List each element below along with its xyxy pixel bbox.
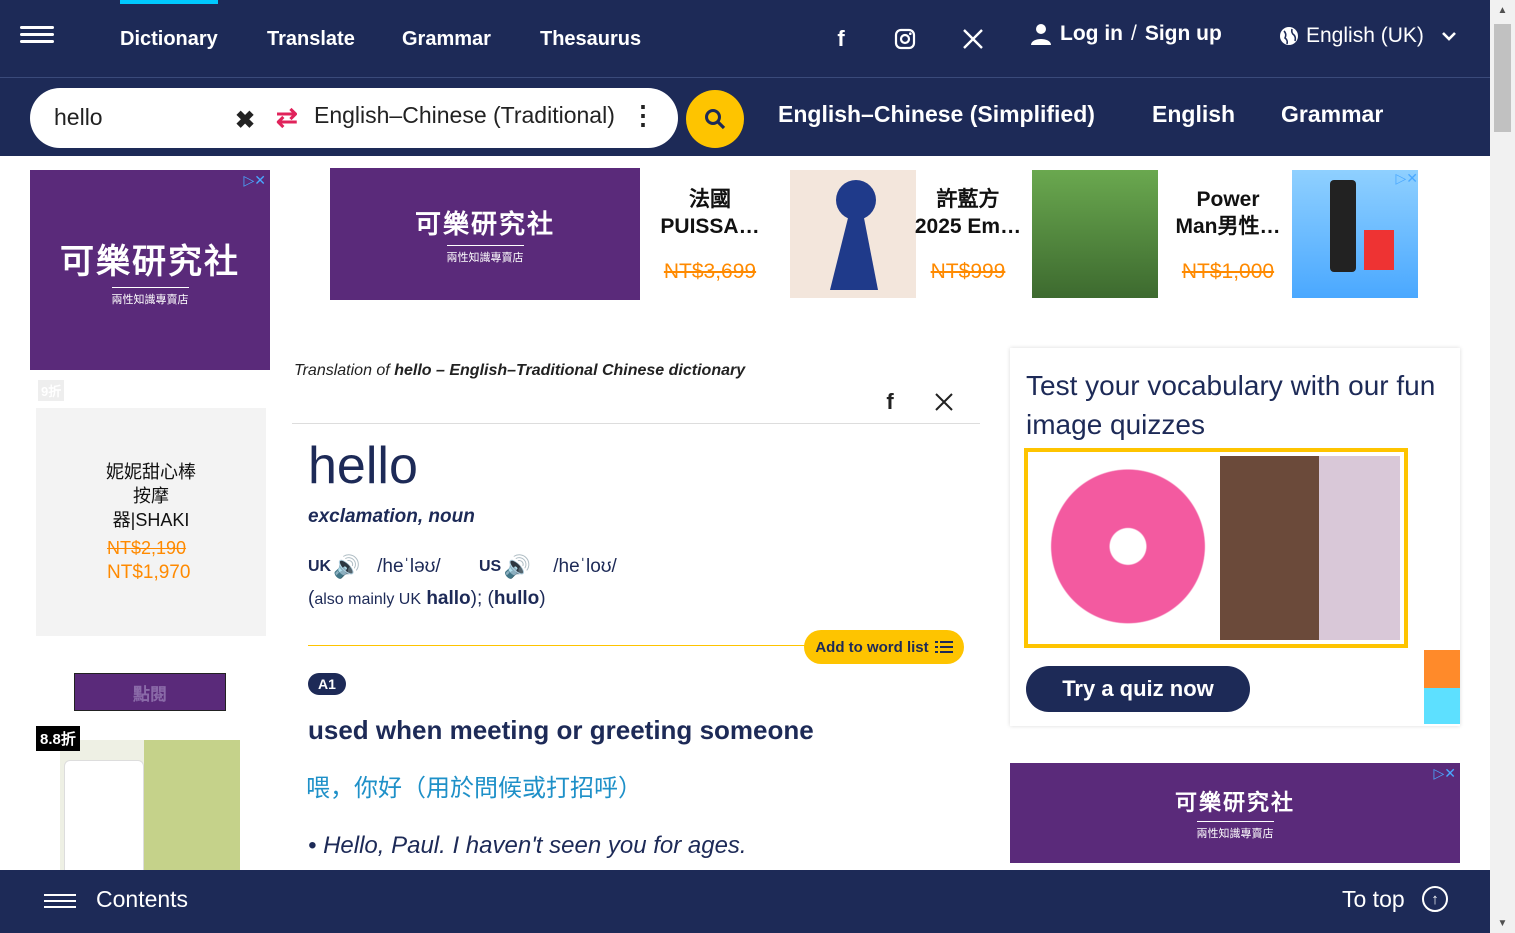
us-label: US bbox=[479, 558, 502, 575]
side-widget[interactable] bbox=[1424, 688, 1460, 724]
part-of-speech: exclamation, noun bbox=[308, 506, 475, 527]
more-options-icon[interactable]: ⋮ bbox=[630, 100, 656, 131]
uk-ipa: /heˈləʊ/ bbox=[377, 556, 441, 577]
ad-product[interactable]: 法國 PUISSA… NT$3,699 bbox=[646, 168, 774, 300]
donut-image bbox=[1042, 460, 1214, 640]
discount-badge: 8.8折 bbox=[36, 726, 80, 751]
tab-thesaurus[interactable]: Thesaurus bbox=[540, 0, 641, 78]
ad-brand-logo: 可樂研究社 兩性知識專賣店 bbox=[30, 170, 270, 370]
ad-info-icon[interactable]: ▷✕ bbox=[244, 172, 267, 189]
ad-product-image bbox=[790, 170, 916, 298]
banner-ad[interactable]: 可樂研究社 兩性知識專賣店 法國 PUISSA… NT$3,699 許藍方 2025… bbox=[330, 168, 1422, 302]
to-top-link[interactable]: To top bbox=[1342, 886, 1405, 913]
uk-pronunciation: UK 🔊 /heˈləʊ/ bbox=[308, 550, 441, 584]
us-ipa: /heˈloʊ/ bbox=[553, 556, 617, 577]
share-x-icon[interactable] bbox=[928, 382, 960, 422]
bottom-bar: Contents To top ↑ bbox=[0, 870, 1490, 933]
word-link-ages[interactable]: ages. bbox=[688, 832, 747, 859]
divider bbox=[308, 645, 808, 646]
ad-info-icon[interactable]: ▷✕ bbox=[1434, 765, 1457, 782]
instagram-icon[interactable] bbox=[890, 25, 920, 53]
word-link-translation-2[interactable]: 你好 bbox=[354, 775, 402, 802]
translation: 喂，你好（用於問候或打招呼） bbox=[306, 775, 642, 802]
word-link-meeting[interactable]: meeting bbox=[450, 715, 550, 745]
chevron-down-icon bbox=[1441, 32, 1456, 41]
uk-audio-icon[interactable]: 🔊 bbox=[331, 550, 363, 584]
link-english-chinese-simplified[interactable]: English–Chinese (Simplified) bbox=[778, 101, 1095, 128]
facebook-icon[interactable]: f bbox=[826, 25, 856, 53]
user-icon[interactable] bbox=[1030, 22, 1052, 46]
signup-link[interactable]: Sign up bbox=[1145, 22, 1222, 46]
top-nav: Dictionary Translate Grammar Thesaurus f… bbox=[0, 0, 1490, 78]
login-separator: / bbox=[1130, 22, 1137, 45]
tab-grammar[interactable]: Grammar bbox=[402, 0, 491, 78]
contents-link[interactable]: Contents bbox=[96, 886, 188, 913]
ad-brand-logo: 可樂研究社 兩性知識專賣店 bbox=[1010, 763, 1460, 863]
scroll-down-icon[interactable]: ▼ bbox=[1490, 913, 1515, 933]
quiz-image[interactable] bbox=[1024, 448, 1408, 648]
divider bbox=[292, 423, 980, 424]
translation-of-heading: Translation of hello – English–Tradition… bbox=[294, 362, 746, 379]
language-selector[interactable]: English (UK) bbox=[1278, 24, 1458, 48]
us-pronunciation: US 🔊 /heˈloʊ/ bbox=[479, 550, 617, 584]
swap-icon[interactable]: ⇄ bbox=[276, 102, 298, 133]
uk-label: UK bbox=[308, 558, 332, 575]
link-english[interactable]: English bbox=[1152, 101, 1235, 128]
ad-product[interactable]: 妮妮甜心棒 按摩 器|SHAKI NT$2,190 NT$1,970 bbox=[36, 408, 266, 636]
menu-icon[interactable] bbox=[20, 22, 54, 48]
quiz-title: Test your vocabulary with our fun image … bbox=[1026, 370, 1436, 440]
ad-product[interactable]: Power Man男性… NT$1,000 bbox=[1164, 168, 1292, 300]
ad-product[interactable]: 許藍方 2025 Em… NT$999 bbox=[904, 168, 1032, 300]
search-input[interactable]: hello bbox=[54, 104, 103, 131]
ad-product-image bbox=[1292, 170, 1418, 298]
quiz-promo: Test your vocabulary with our fun image … bbox=[1010, 348, 1460, 726]
search-button[interactable] bbox=[686, 90, 744, 148]
x-icon[interactable] bbox=[958, 25, 988, 53]
login-link[interactable]: Log in bbox=[1060, 22, 1123, 46]
word-link-greeting[interactable]: greeting bbox=[590, 715, 693, 745]
variant-spellings: (also mainly UK hallo); (hullo) bbox=[308, 588, 546, 609]
side-widget[interactable] bbox=[1424, 650, 1460, 688]
try-quiz-button[interactable]: Try a quiz now bbox=[1026, 666, 1250, 712]
scrollbar-thumb[interactable] bbox=[1494, 24, 1511, 132]
word-link-translation-1[interactable]: 喂 bbox=[306, 775, 330, 802]
ad-brand-logo: 可樂研究社 兩性知識專賣店 bbox=[330, 168, 640, 300]
old-price: NT$2,190 bbox=[107, 538, 187, 558]
login-group: Log in / Sign up bbox=[1030, 22, 1222, 46]
milkshake-image bbox=[1220, 456, 1400, 640]
ad-product-image bbox=[1032, 170, 1158, 298]
page-scrollbar[interactable]: ▲ ▼ bbox=[1490, 0, 1515, 933]
contents-menu-icon[interactable] bbox=[44, 890, 76, 912]
ad-product-image bbox=[60, 740, 240, 880]
new-price: NT$1,970 bbox=[107, 562, 191, 583]
left-ad[interactable]: 可樂研究社 兩性知識專賣店 ▷✕ 9折 妮妮甜心棒 按摩 器|SHAKI NT$… bbox=[30, 170, 270, 880]
search-box: hello ✖ ⇄ English–Chinese (Traditional) … bbox=[30, 88, 678, 148]
right-ad[interactable]: 可樂研究社 兩性知識專賣店 ▷✕ bbox=[1010, 763, 1460, 863]
us-audio-icon[interactable]: 🔊 bbox=[501, 550, 533, 584]
clear-icon[interactable]: ✖ bbox=[235, 106, 255, 135]
arrow-up-icon[interactable]: ↑ bbox=[1422, 886, 1448, 912]
headword: hello bbox=[308, 437, 418, 495]
search-icon bbox=[705, 109, 726, 130]
example-sentence: • Hello, Paul. I haven't seen you for ag… bbox=[308, 832, 747, 859]
ad-view-button[interactable]: 點閱 bbox=[74, 673, 226, 711]
definition: used when meeting or greeting someone bbox=[308, 715, 814, 745]
scroll-up-icon[interactable]: ▲ bbox=[1490, 0, 1515, 20]
search-bar: hello ✖ ⇄ English–Chinese (Traditional) … bbox=[0, 78, 1490, 156]
add-to-word-list-button[interactable]: Add to word list bbox=[804, 630, 964, 664]
share-facebook-icon[interactable]: f bbox=[874, 382, 906, 422]
word-link-seen[interactable]: seen bbox=[549, 832, 601, 859]
list-icon bbox=[934, 641, 953, 653]
globe-icon bbox=[1280, 27, 1298, 45]
language-label: English (UK) bbox=[1306, 24, 1424, 47]
level-badge: A1 bbox=[308, 673, 346, 695]
ad-info-icon[interactable]: ▷✕ bbox=[1396, 170, 1419, 187]
dictionary-selector[interactable]: English–Chinese (Traditional) bbox=[314, 102, 615, 129]
tab-translate[interactable]: Translate bbox=[267, 0, 355, 78]
discount-badge: 9折 bbox=[38, 380, 65, 401]
tab-dictionary[interactable]: Dictionary bbox=[120, 0, 218, 78]
link-grammar[interactable]: Grammar bbox=[1281, 101, 1383, 128]
